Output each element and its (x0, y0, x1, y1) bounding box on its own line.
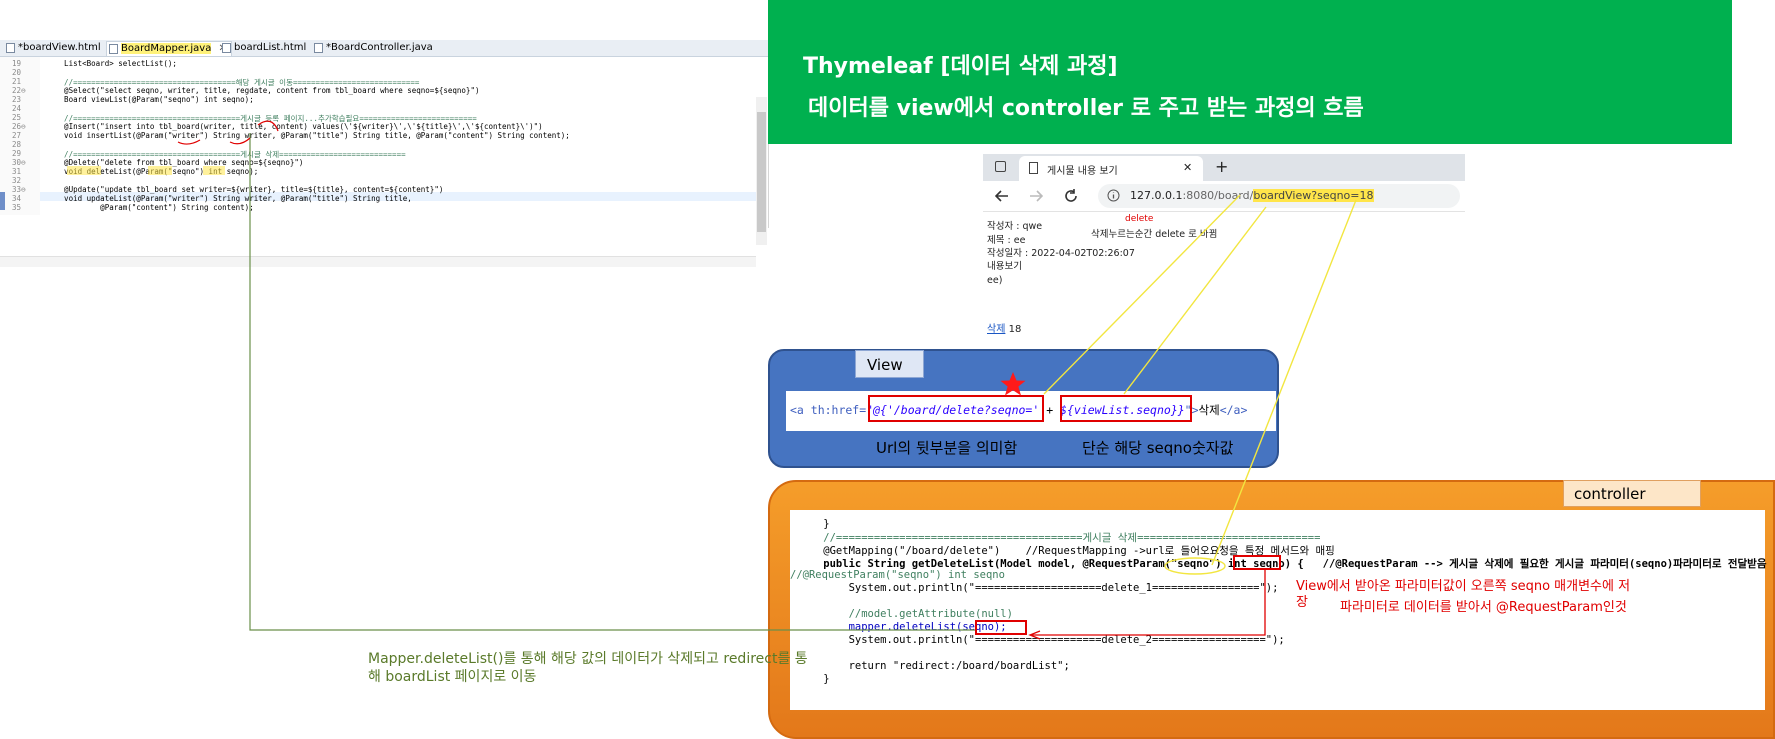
red-arrow-path (1032, 570, 1266, 636)
mapper-note-line2: 해 boardList 페이지로 이동 (368, 669, 537, 685)
connector-expr-to-query (1123, 206, 1267, 395)
mapper-note-line1: Mapper.deleteList()를 통해 해당 값의 데이터가 삭제되고 … (368, 651, 808, 667)
editor-red-curve (229, 137, 251, 145)
editor-red-curve (257, 120, 279, 132)
editor-red-curve (177, 139, 201, 145)
connector-url-to-path (1043, 194, 1241, 395)
green-connector-path (249, 133, 975, 631)
connector-query-to-controller (1211, 199, 1357, 566)
connector-overlay (177, 120, 1357, 640)
connector-ellipse (1164, 557, 1226, 575)
